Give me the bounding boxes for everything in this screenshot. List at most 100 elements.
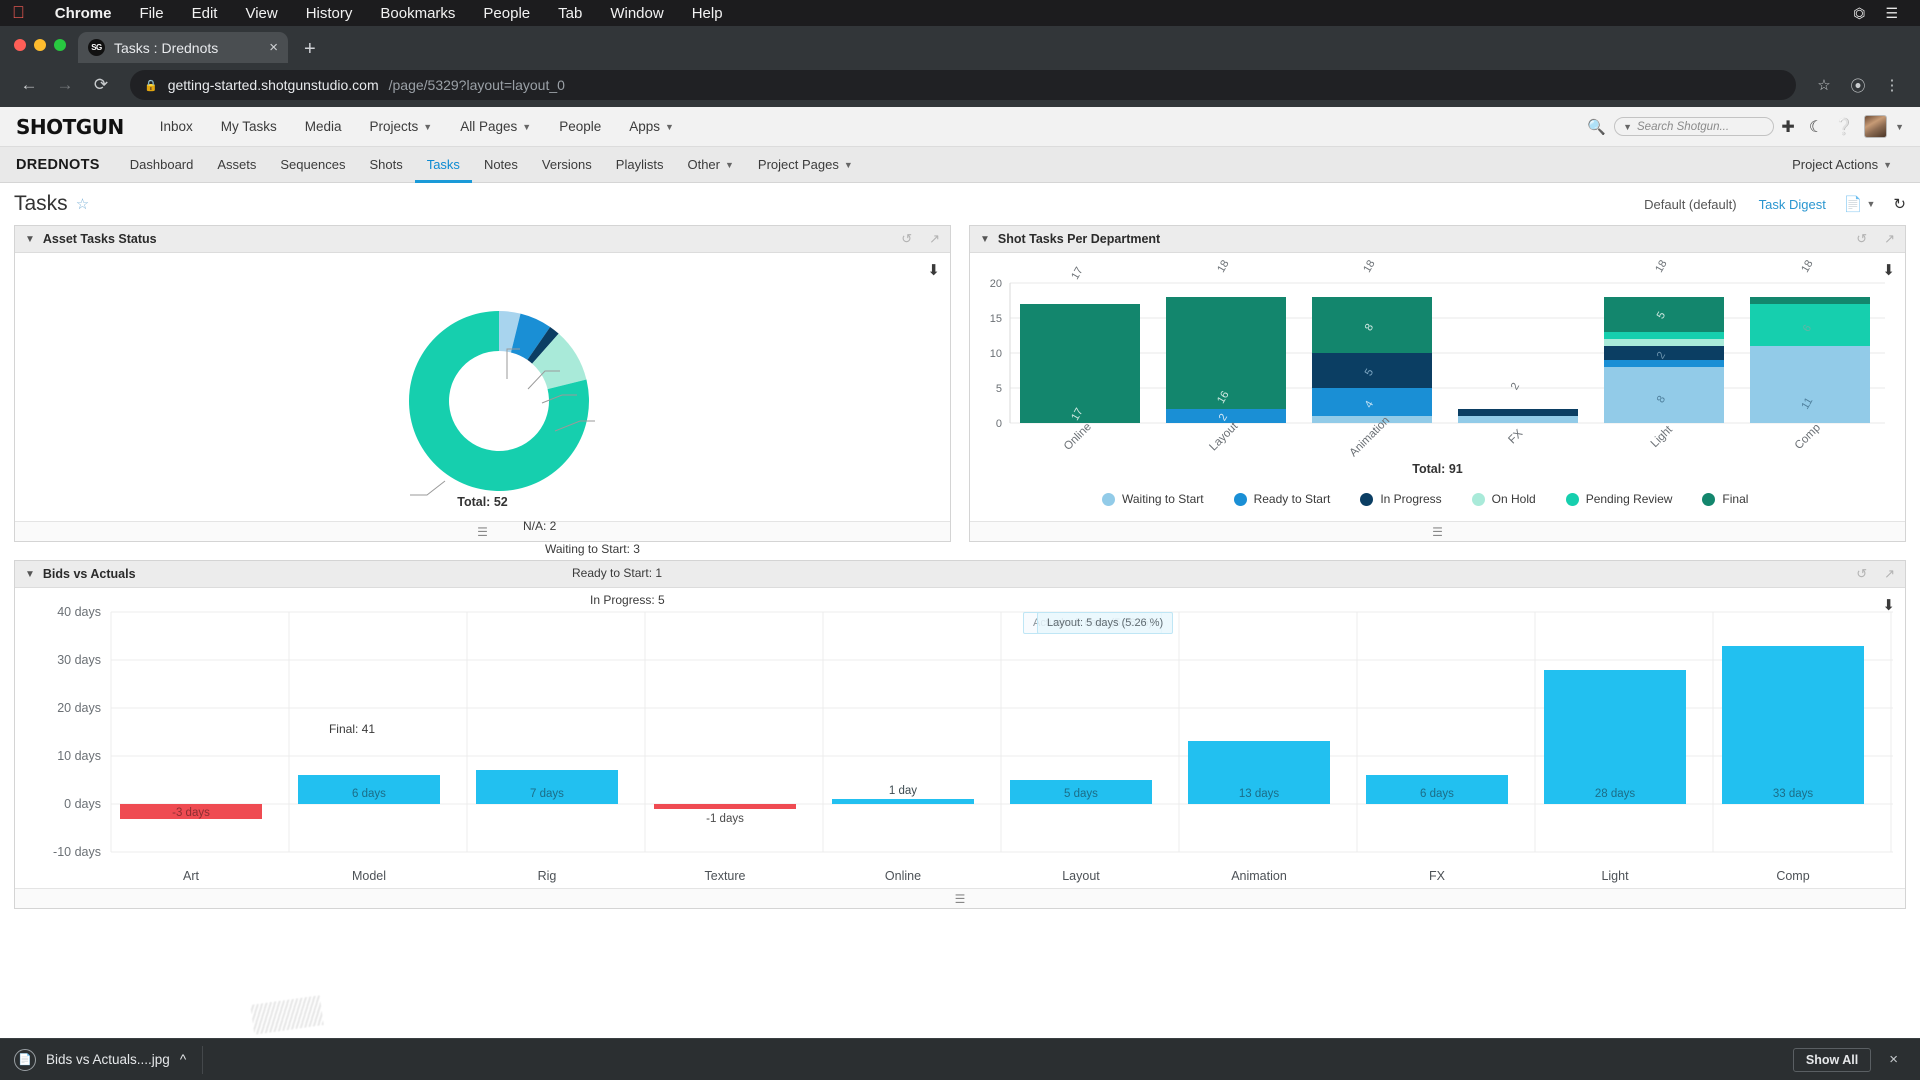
menu-icon[interactable]: ☰ xyxy=(1432,525,1443,539)
minimize-window-button[interactable] xyxy=(34,39,46,51)
back-icon[interactable]: ← xyxy=(14,70,44,100)
download-icon[interactable]: ⬇ xyxy=(927,261,940,279)
collapse-chevron-icon[interactable]: ▼ xyxy=(25,234,35,245)
download-icon[interactable]: ⬇ xyxy=(1882,596,1895,614)
expand-icon[interactable]: ↗ xyxy=(1884,566,1895,582)
global-nav-people[interactable]: People xyxy=(545,107,615,147)
project-nav-assets[interactable]: Assets xyxy=(205,147,268,183)
legend-item-on-hold[interactable]: On Hold xyxy=(1472,492,1536,506)
search-input[interactable]: ▼ Search Shotgun... xyxy=(1614,117,1774,136)
refresh-icon[interactable]: ↺ xyxy=(901,231,912,247)
bookmark-star-icon[interactable]: ☆ xyxy=(1810,71,1838,99)
menu-item-people[interactable]: People xyxy=(469,5,544,22)
bar-light[interactable]: 28 days xyxy=(1544,670,1686,804)
show-all-downloads-button[interactable]: Show All xyxy=(1793,1048,1871,1072)
expand-icon[interactable]: ↗ xyxy=(1884,231,1895,247)
project-nav-shots[interactable]: Shots xyxy=(357,147,414,183)
help-icon[interactable]: ❔ xyxy=(1830,117,1858,137)
menu-item-history[interactable]: History xyxy=(292,5,367,22)
project-nav-versions[interactable]: Versions xyxy=(530,147,604,183)
task-digest-link[interactable]: Task Digest xyxy=(1759,197,1826,212)
global-nav-my-tasks[interactable]: My Tasks xyxy=(207,107,291,147)
layout-selector[interactable]: Default (default) xyxy=(1644,197,1737,212)
bar-layout[interactable]: 5 days xyxy=(1010,780,1152,804)
extension-icon[interactable]: ⦿ xyxy=(1844,71,1872,99)
project-nav-dashboard[interactable]: Dashboard xyxy=(118,147,206,183)
avatar[interactable] xyxy=(1864,115,1887,138)
refresh-icon[interactable]: ↺ xyxy=(1856,231,1867,247)
bar-comp[interactable]: 33 days xyxy=(1722,646,1864,804)
browser-menu-icon[interactable]: ⋮ xyxy=(1878,71,1906,99)
page-icon[interactable]: 📄▼ xyxy=(1844,195,1876,213)
project-nav-notes[interactable]: Notes xyxy=(472,147,530,183)
menu-item-bookmarks[interactable]: Bookmarks xyxy=(366,5,469,22)
menu-item-edit[interactable]: Edit xyxy=(178,5,232,22)
forward-icon[interactable]: → xyxy=(50,70,80,100)
global-nav-projects[interactable]: Projects▼ xyxy=(356,107,447,147)
menu-item-tab[interactable]: Tab xyxy=(544,5,596,22)
refresh-icon[interactable]: ↻ xyxy=(1893,195,1906,213)
global-search[interactable]: 🔍 ▼ Search Shotgun... xyxy=(1587,117,1774,136)
chevron-down-icon[interactable]: ▼ xyxy=(1623,122,1632,132)
global-nav-apps[interactable]: Apps▼ xyxy=(615,107,688,147)
maximize-window-button[interactable] xyxy=(54,39,66,51)
bar-art[interactable]: -3 days xyxy=(120,804,262,819)
shotgun-logo[interactable]: SHOTGUN xyxy=(16,115,124,139)
bar-online[interactable]: 17 17 xyxy=(1020,265,1140,423)
refresh-icon[interactable]: ↺ xyxy=(1856,566,1867,582)
bar-model[interactable]: 6 days xyxy=(298,775,440,804)
project-nav-project-pages[interactable]: Project Pages▼ xyxy=(746,147,865,183)
legend-item-in-progress[interactable]: In Progress xyxy=(1360,492,1441,506)
project-nav-sequences[interactable]: Sequences xyxy=(268,147,357,183)
menu-icon[interactable]: ☰ xyxy=(955,892,966,906)
moon-icon[interactable]: ☾ xyxy=(1802,117,1830,137)
menu-item-window[interactable]: Window xyxy=(596,5,677,22)
bar-animation[interactable]: 13 days xyxy=(1188,741,1330,804)
download-icon[interactable]: ⬇ xyxy=(1882,261,1895,279)
address-bar[interactable]: 🔒 getting-started.shotgunstudio.com/page… xyxy=(130,70,1796,100)
project-nav-tasks[interactable]: Tasks xyxy=(415,147,472,183)
global-nav-all-pages[interactable]: All Pages▼ xyxy=(446,107,545,147)
plus-icon[interactable]: ✚ xyxy=(1774,117,1802,137)
legend-item-waiting-to-start[interactable]: Waiting to Start xyxy=(1102,492,1204,506)
widget-footer[interactable]: ☰ xyxy=(15,521,950,541)
reload-icon[interactable]: ⟳ xyxy=(86,70,116,100)
legend-item-final[interactable]: Final xyxy=(1702,492,1748,506)
project-name[interactable]: DREDNOTS xyxy=(16,157,100,173)
global-nav-media[interactable]: Media xyxy=(291,107,356,147)
favorite-star-icon[interactable]: ☆ xyxy=(76,195,89,213)
bar-fx[interactable]: 2 xyxy=(1458,381,1578,423)
avatar-chevron-down-icon[interactable]: ▼ xyxy=(1895,122,1904,132)
new-tab-button[interactable]: + xyxy=(304,39,316,59)
menu-item-file[interactable]: File xyxy=(125,5,177,22)
menu-icon[interactable]: ☰ xyxy=(477,525,488,539)
bar-fx[interactable]: 6 days xyxy=(1366,775,1508,804)
expand-icon[interactable]: ↗ xyxy=(929,231,940,247)
project-actions-button[interactable]: Project Actions▼ xyxy=(1780,147,1904,183)
project-nav-other[interactable]: Other▼ xyxy=(675,147,745,183)
browser-tab[interactable]: SG Tasks : Drednots × xyxy=(78,32,288,63)
menu-item-view[interactable]: View xyxy=(231,5,291,22)
legend-item-ready-to-start[interactable]: Ready to Start xyxy=(1234,492,1331,506)
close-shelf-icon[interactable]: × xyxy=(1881,1051,1906,1068)
collapse-chevron-icon[interactable]: ▼ xyxy=(25,569,35,580)
bar-rig[interactable]: 7 days xyxy=(476,770,618,804)
download-item[interactable]: 📄 Bids vs Actuals....jpg ^ xyxy=(14,1046,203,1074)
menu-item-chrome[interactable]: Chrome xyxy=(41,5,126,22)
collapse-chevron-icon[interactable]: ▼ xyxy=(980,234,990,245)
project-nav-playlists[interactable]: Playlists xyxy=(604,147,676,183)
download-chevron-up-icon[interactable]: ^ xyxy=(180,1052,186,1067)
apple-logo-icon[interactable]:  xyxy=(12,3,25,23)
bar-online[interactable]: 1 day xyxy=(832,785,974,804)
widget-footer[interactable]: ☰ xyxy=(15,888,1905,908)
menu-item-help[interactable]: Help xyxy=(678,5,737,22)
close-tab-icon[interactable]: × xyxy=(269,40,278,55)
control-center-icon[interactable]: ☰ xyxy=(1875,5,1908,22)
widget-footer[interactable]: ☰ xyxy=(970,521,1905,541)
close-window-button[interactable] xyxy=(14,39,26,51)
search-icon[interactable]: 🔍 xyxy=(1587,118,1606,136)
display-icon[interactable]: ⏣ xyxy=(1843,5,1875,22)
bar-texture[interactable]: -1 days xyxy=(654,804,796,825)
global-nav-inbox[interactable]: Inbox xyxy=(146,107,207,147)
legend-item-pending-review[interactable]: Pending Review xyxy=(1566,492,1673,506)
